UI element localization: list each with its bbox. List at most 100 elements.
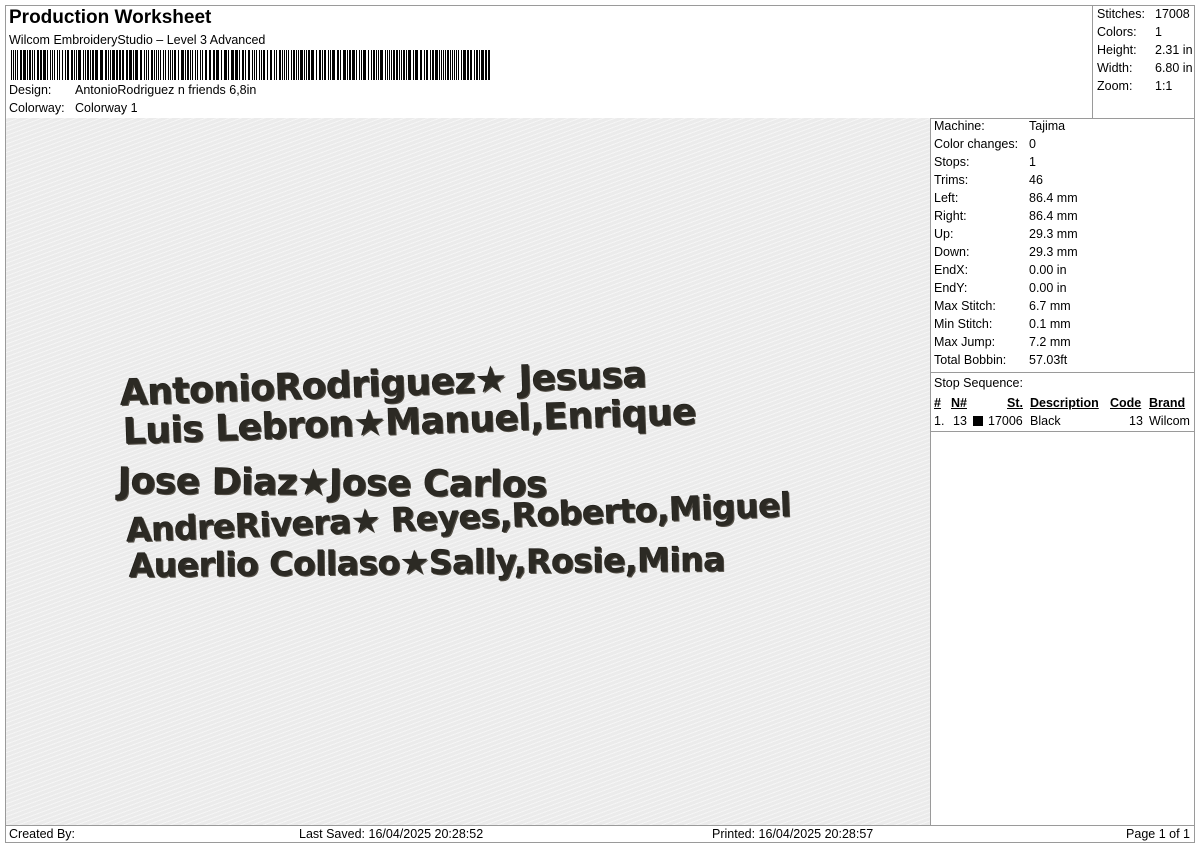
- stops-label: Stops:: [934, 155, 970, 169]
- barcode-bar: [291, 50, 292, 80]
- barcode-bar: [65, 50, 66, 80]
- barcode-bar: [467, 50, 469, 80]
- barcode-bar: [50, 50, 51, 80]
- stop-table-divider: [931, 431, 1195, 432]
- barcode-bar: [146, 50, 147, 80]
- barcode-bar: [368, 50, 369, 80]
- column-header-needle: N#: [951, 396, 967, 410]
- barcode-bar: [190, 50, 191, 80]
- barcode-bar: [67, 50, 69, 80]
- width-label: Width:: [1097, 61, 1133, 75]
- barcode-bar: [458, 50, 459, 80]
- barcode-bar: [399, 50, 400, 80]
- barcode-bar: [406, 50, 407, 80]
- barcode-bar: [156, 50, 157, 80]
- barcode-bar: [57, 50, 58, 80]
- barcode-bar: [245, 50, 246, 80]
- barcode-bar: [332, 50, 335, 80]
- barcode-bar: [319, 50, 321, 80]
- barcode-bar: [110, 50, 111, 80]
- barcode-bar: [59, 50, 60, 80]
- barcode-bar: [254, 50, 255, 80]
- barcode-bar: [485, 50, 487, 80]
- barcode-bar: [165, 50, 166, 80]
- barcode-bar: [92, 50, 94, 80]
- barcode-bar: [11, 50, 12, 80]
- barcode-bar: [252, 50, 253, 80]
- barcode-bar: [62, 50, 63, 80]
- barcode-bar: [87, 50, 89, 80]
- total-bobbin-row: Total Bobbin: 57.03ft: [934, 353, 1067, 367]
- up-row: Up: 29.3 mm: [934, 227, 1078, 241]
- colorway-label: Colorway:: [9, 101, 65, 115]
- barcode-bar: [276, 50, 277, 80]
- height-value: 2.31 in: [1155, 43, 1193, 57]
- barcode-bar: [415, 50, 418, 80]
- colorway-row: Colorway: Colorway 1: [9, 101, 138, 115]
- colors-row: Colors: 1: [1097, 25, 1162, 39]
- barcode-bar: [389, 50, 390, 80]
- stop-brand: Wilcom: [1149, 414, 1190, 428]
- barcode-bar: [267, 50, 268, 80]
- barcode-bar: [363, 50, 366, 80]
- barcode-bar: [450, 50, 451, 80]
- barcode-bar: [352, 50, 355, 80]
- barcode-bar: [90, 50, 91, 80]
- barcode-bar: [343, 50, 346, 80]
- barcode-bar: [242, 50, 244, 80]
- machine-label: Machine:: [934, 119, 985, 133]
- software-name: Wilcom EmbroideryStudio – Level 3 Advanc…: [9, 33, 266, 47]
- barcode-bar: [83, 50, 84, 80]
- barcode-bar: [463, 50, 466, 80]
- barcode-bar: [105, 50, 107, 80]
- barcode-bar: [140, 50, 142, 80]
- up-label: Up:: [934, 227, 954, 241]
- barcode-bar: [420, 50, 422, 80]
- barcode-bar: [306, 50, 307, 80]
- barcode-bar: [349, 50, 351, 80]
- stop-sequence-title: Stop Sequence:: [934, 376, 1023, 390]
- barcode-bar: [71, 50, 73, 80]
- barcode-bar: [371, 50, 372, 80]
- zoom-row: Zoom: 1:1: [1097, 79, 1172, 93]
- barcode-bar: [452, 50, 453, 80]
- stop-description: Black: [1030, 414, 1061, 428]
- left-row: Left: 86.4 mm: [934, 191, 1078, 205]
- barcode-bar: [231, 50, 234, 80]
- height-label: Height:: [1097, 43, 1137, 57]
- barcode-bar: [432, 50, 434, 80]
- barcode-bar: [228, 50, 229, 80]
- column-header-description: Description: [1030, 396, 1099, 410]
- machine-value: Tajima: [1029, 119, 1066, 133]
- barcode-bar: [373, 50, 375, 80]
- barcode-bar: [396, 50, 398, 80]
- barcode-bar: [479, 50, 480, 80]
- design-row: Design: AntonioRodriguez n friends 6,8in: [9, 83, 256, 97]
- barcode-bar: [160, 50, 161, 80]
- barcode-bar: [376, 50, 377, 80]
- barcode-bar: [216, 50, 219, 80]
- trims-value: 46: [1029, 173, 1043, 187]
- barcode-bar: [263, 50, 265, 80]
- barcode-bar: [27, 50, 28, 80]
- design-text-line: Auerlio Collaso★Sally,Rosie,Mina: [128, 539, 726, 586]
- barcode-bar: [76, 50, 77, 80]
- barcode-bar: [296, 50, 297, 80]
- barcode-bar: [13, 50, 14, 80]
- worksheet-footer: Created By: Last Saved: 16/04/2025 20:28…: [6, 825, 1194, 844]
- barcode-bar: [259, 50, 260, 80]
- worksheet-header: Production Worksheet Wilcom EmbroiderySt…: [6, 6, 1092, 118]
- width-row: Width: 6.80 in: [1097, 61, 1193, 75]
- barcode-bar: [195, 50, 196, 80]
- barcode-bar: [441, 50, 442, 80]
- barcode-bar: [224, 50, 227, 80]
- barcode-bar: [239, 50, 240, 80]
- endy-value: 0.00 in: [1029, 281, 1067, 295]
- barcode-bar: [116, 50, 118, 80]
- production-worksheet: Production Worksheet Wilcom EmbroiderySt…: [5, 5, 1195, 843]
- stop-needle: 13: [953, 414, 967, 428]
- barcode-bar: [34, 50, 35, 80]
- barcode-bar: [274, 50, 275, 80]
- barcode-bar: [172, 50, 173, 80]
- right-row: Right: 86.4 mm: [934, 209, 1078, 223]
